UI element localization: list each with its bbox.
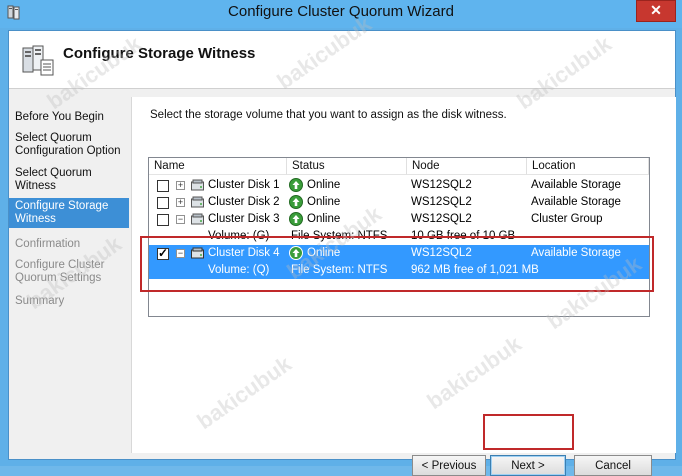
row-checkbox[interactable] [157, 180, 169, 192]
selection-highlight-box [140, 236, 654, 292]
status-text: Online [307, 179, 341, 191]
status-text: Online [307, 196, 341, 208]
step-confirmation: Confirmation [15, 238, 81, 250]
expand-toggle[interactable]: + [176, 198, 185, 207]
page-title: Configure Storage Witness [63, 45, 256, 62]
column-header-location[interactable]: Location [527, 158, 649, 175]
table-row[interactable]: + Cluster Disk 1 Online WS12SQL2 Availab… [149, 177, 649, 194]
status-text: Online [307, 213, 341, 225]
step-configure-cluster-quorum-settings: Configure Cluster Quorum Settings [15, 259, 105, 284]
disk-icon [191, 213, 204, 225]
window-title: Configure Cluster Quorum Wizard [228, 3, 454, 20]
column-header-status[interactable]: Status [287, 158, 407, 175]
step-summary: Summary [15, 295, 65, 307]
close-button[interactable]: ✕ [636, 0, 676, 22]
row-checkbox[interactable] [157, 197, 169, 209]
wizard-steps: Before You Begin Select Quorum Configura… [9, 97, 129, 453]
node-text: WS12SQL2 [411, 213, 472, 225]
step-before-you-begin[interactable]: Before You Begin [9, 109, 129, 126]
location-text: Available Storage [531, 179, 621, 191]
location-text: Available Storage [531, 196, 621, 208]
table-row[interactable]: − Cluster Disk 3 Online WS12SQL2 Cluster… [149, 211, 649, 228]
column-header-node[interactable]: Node [407, 158, 527, 175]
table-row[interactable]: + Cluster Disk 2 Online WS12SQL2 Availab… [149, 194, 649, 211]
page-header: Configure Storage Witness [9, 31, 675, 89]
location-text: Cluster Group [531, 213, 603, 225]
expand-toggle[interactable]: + [176, 181, 185, 190]
disk-name: Cluster Disk 2 [208, 196, 280, 208]
instruction-text: Select the storage volume that you want … [150, 109, 507, 121]
online-status-icon [289, 195, 303, 209]
disk-icon [191, 196, 204, 208]
disk-icon [191, 179, 204, 191]
disk-name: Cluster Disk 3 [208, 213, 280, 225]
row-checkbox[interactable] [157, 214, 169, 226]
disk-name: Cluster Disk 1 [208, 179, 280, 191]
online-status-icon [289, 178, 303, 192]
step-select-quorum-config[interactable]: Select Quorum Configuration Option [9, 130, 129, 160]
online-status-icon [289, 212, 303, 226]
title-bar[interactable]: Configure Cluster Quorum Wizard ✕ [0, 0, 682, 28]
next-button-highlight-box [483, 414, 574, 450]
node-text: WS12SQL2 [411, 179, 472, 191]
step-configure-storage-witness[interactable]: Configure Storage Witness [9, 198, 129, 228]
node-text: WS12SQL2 [411, 196, 472, 208]
step-select-quorum-witness[interactable]: Select Quorum Witness [9, 165, 129, 195]
column-header-name[interactable]: Name [149, 158, 287, 175]
collapse-toggle[interactable]: − [176, 215, 185, 224]
cluster-servers-icon [22, 45, 54, 76]
wizard-window: Configure Cluster Quorum Wizard ✕ Config… [0, 0, 682, 476]
